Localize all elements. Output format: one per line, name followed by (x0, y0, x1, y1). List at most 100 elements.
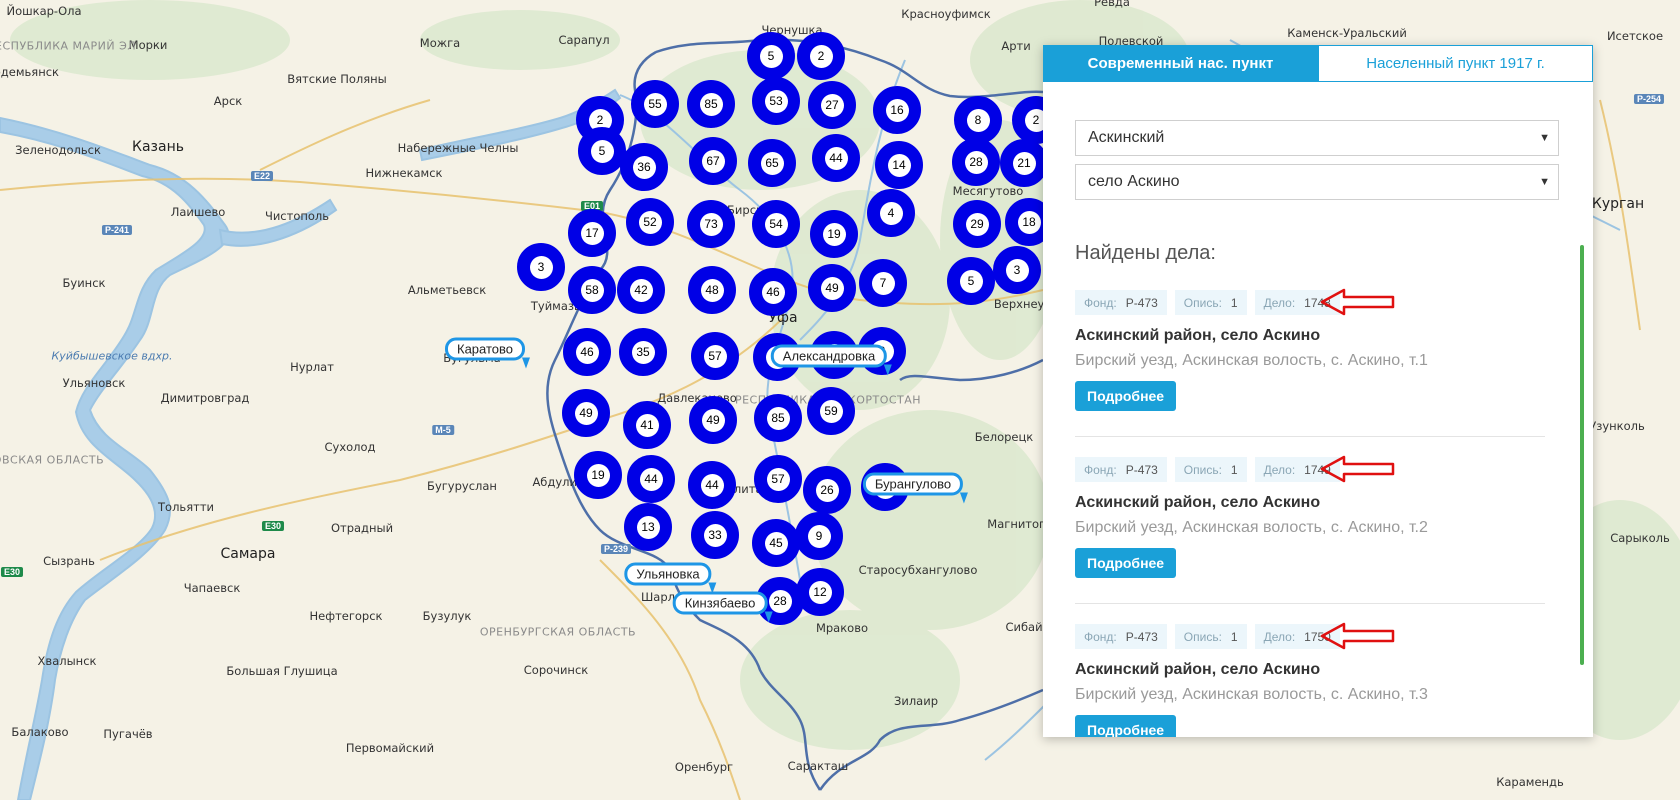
city-label: Каменск-Уральский (1287, 26, 1407, 40)
cluster-marker[interactable]: 16 (873, 86, 921, 134)
result-meta: Фонд: Р-473 Опись: 1 Дело: 1748 (1075, 290, 1559, 315)
cluster-marker[interactable]: 44 (812, 134, 860, 182)
city-label: Белорецк (974, 430, 1034, 444)
opis-value: 1 (1230, 295, 1238, 310)
cluster-count: 27 (820, 93, 844, 117)
cluster-count: 29 (965, 212, 989, 236)
cluster-count: 42 (629, 278, 653, 302)
cluster-marker[interactable]: 53 (752, 77, 800, 125)
cluster-count: 17 (580, 221, 604, 245)
cluster-marker[interactable]: 35 (619, 328, 667, 376)
cluster-count: 33 (703, 523, 727, 547)
fond-chip: Фонд: Р-473 (1075, 457, 1167, 482)
cluster-marker[interactable]: 44 (627, 455, 675, 503)
city-label: Сорочинск (523, 663, 589, 677)
cluster-marker[interactable]: 57 (754, 455, 802, 503)
cluster-marker[interactable]: 5 (947, 257, 995, 305)
cluster-marker[interactable]: 55 (631, 80, 679, 128)
cluster-marker[interactable]: 67 (689, 137, 737, 185)
cluster-marker[interactable]: 42 (617, 266, 665, 314)
cluster-marker[interactable]: 8 (954, 96, 1002, 144)
cluster-marker[interactable]: 48 (688, 266, 736, 314)
cluster-marker[interactable]: 85 (754, 394, 802, 442)
cluster-marker[interactable]: 73 (687, 200, 735, 248)
city-label: Красноуфимск (901, 7, 991, 21)
opis-chip: Опись: 1 (1174, 290, 1247, 315)
city-label: Чистополь (264, 209, 330, 223)
details-button[interactable]: Подробнее (1075, 548, 1177, 578)
cluster-marker[interactable]: 19 (810, 210, 858, 258)
cluster-count: 5 (959, 269, 983, 293)
settlement-pin[interactable]: Ульяновка (624, 562, 712, 586)
scrollbar[interactable] (1580, 245, 1584, 665)
details-button[interactable]: Подробнее (1075, 715, 1177, 737)
cluster-marker[interactable]: 41 (623, 401, 671, 449)
city-label: Козьмодемьянск (0, 65, 59, 79)
cluster-marker[interactable]: 29 (953, 200, 1001, 248)
cluster-marker[interactable]: 44 (688, 461, 736, 509)
cluster-marker[interactable]: 49 (808, 264, 856, 312)
cluster-count: 44 (639, 467, 663, 491)
cluster-count: 18 (1017, 210, 1041, 234)
settlement-pin[interactable]: Бурангулово (862, 472, 964, 496)
caret-down-icon: ▼ (1539, 176, 1550, 188)
city-label: Казань (132, 139, 184, 155)
cluster-marker[interactable]: 12 (796, 568, 844, 616)
cluster-marker[interactable]: 36 (620, 143, 668, 191)
city-label: Арск (213, 94, 243, 108)
result-item: Фонд: Р-473 Опись: 1 Дело: 1750 Аскинский райо… (1075, 624, 1559, 737)
cluster-marker[interactable]: 46 (563, 328, 611, 376)
cluster-count: 12 (808, 580, 832, 604)
road-number-badge: Р-239 (600, 544, 632, 554)
cluster-marker[interactable]: 85 (687, 80, 735, 128)
cluster-marker[interactable]: 2 (797, 32, 845, 80)
cluster-marker[interactable]: 59 (807, 387, 855, 435)
cluster-marker[interactable]: 58 (568, 266, 616, 314)
cluster-count: 44 (700, 473, 724, 497)
cluster-marker[interactable]: 9 (795, 512, 843, 560)
city-label: Зилаир (893, 694, 939, 708)
cluster-marker[interactable]: 5 (578, 127, 626, 175)
cluster-marker[interactable]: 19 (574, 451, 622, 499)
result-description: Бирский уезд, Аскинская волость, с. Аски… (1075, 686, 1428, 703)
cluster-marker[interactable]: 4 (867, 189, 915, 237)
cluster-marker[interactable]: 45 (752, 519, 800, 567)
details-button[interactable]: Подробнее (1075, 381, 1177, 411)
city-label: Йошкар-Ола (6, 4, 82, 18)
cluster-marker[interactable]: 13 (624, 503, 672, 551)
cluster-marker[interactable]: 21 (1000, 139, 1048, 187)
cluster-marker[interactable]: 26 (803, 466, 851, 514)
cluster-marker[interactable]: 46 (749, 268, 797, 316)
cluster-count: 7 (871, 271, 895, 295)
cluster-marker[interactable]: 14 (875, 141, 923, 189)
cluster-count: 57 (766, 467, 790, 491)
cluster-marker[interactable]: 65 (748, 139, 796, 187)
cluster-marker[interactable]: 3 (993, 246, 1041, 294)
cluster-count: 49 (701, 408, 725, 432)
settlement-select[interactable]: село Аскино ▼ (1075, 164, 1559, 200)
tab-settlement-1917[interactable]: Населенный пункт 1917 г. (1318, 45, 1593, 82)
cluster-marker[interactable]: 57 (691, 332, 739, 380)
district-select[interactable]: Аскинский ▼ (1075, 120, 1559, 156)
result-description: Бирский уезд, Аскинская волость, с. Аски… (1075, 519, 1428, 536)
result-title: Аскинский район, село Аскино (1075, 494, 1321, 511)
settlement-pin[interactable]: Кинзябаево (672, 591, 768, 615)
cluster-count: 49 (574, 401, 598, 425)
cluster-marker[interactable]: 3 (517, 243, 565, 291)
settlement-pin[interactable]: Александровка (770, 344, 888, 368)
cluster-marker[interactable]: 5 (747, 32, 795, 80)
cluster-marker[interactable]: 33 (691, 511, 739, 559)
cluster-marker[interactable]: 17 (568, 209, 616, 257)
tab-modern-settlement[interactable]: Современный нас. пункт (1043, 45, 1318, 82)
cluster-marker[interactable]: 7 (859, 259, 907, 307)
cluster-marker[interactable]: 54 (752, 200, 800, 248)
results-heading: Найдены дела: (1075, 242, 1216, 264)
cluster-marker[interactable]: 52 (626, 198, 674, 246)
cluster-count: 85 (766, 406, 790, 430)
cluster-marker[interactable]: 27 (808, 81, 856, 129)
cluster-marker[interactable]: 49 (689, 396, 737, 444)
city-label: Набережные Челны (397, 141, 519, 155)
settlement-pin[interactable]: Каратово (444, 337, 526, 361)
cluster-marker[interactable]: 49 (562, 389, 610, 437)
cluster-marker[interactable]: 28 (952, 138, 1000, 186)
